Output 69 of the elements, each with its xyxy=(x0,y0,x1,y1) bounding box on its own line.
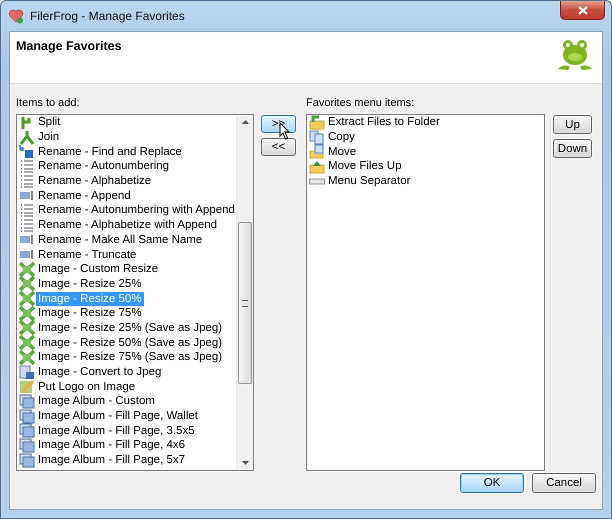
move-tool-icon xyxy=(309,144,325,160)
moveup-tool-icon xyxy=(309,158,325,174)
dialog-heading: Manage Favorites xyxy=(16,39,122,53)
list-item[interactable]: Rename - Autonumbering xyxy=(17,159,236,174)
close-icon xyxy=(578,6,588,14)
list-item[interactable]: Join xyxy=(17,130,236,144)
list-tool-icon xyxy=(19,218,35,233)
list-item[interactable]: Move xyxy=(307,144,544,160)
resize-tool-icon xyxy=(19,291,35,306)
list-item[interactable]: Rename - Alphabetize with Append xyxy=(17,218,236,232)
up-button[interactable]: Up xyxy=(553,115,592,134)
extract-tool-icon xyxy=(309,115,325,130)
album-tool-icon xyxy=(19,452,35,468)
list-item[interactable]: Rename - Autonumbering with Append xyxy=(17,203,236,218)
list-item[interactable]: Image - Resize 75% (Save as Jpeg) xyxy=(17,350,236,365)
album-tool-icon xyxy=(19,438,35,453)
scroll-down-icon[interactable] xyxy=(242,461,248,465)
list-item[interactable]: Move Files Up xyxy=(307,159,544,174)
list-item[interactable]: Image - Convert to Jpeg xyxy=(17,364,236,380)
list-item[interactable]: Image - Resize 25% xyxy=(17,276,236,292)
scroll-up-icon[interactable] xyxy=(242,120,248,124)
join-tool-icon xyxy=(19,130,35,145)
list-item[interactable]: Image Album - Fill Page, Wallet xyxy=(17,408,236,424)
list-item[interactable]: Image - Resize 25% (Save as Jpeg) xyxy=(17,320,236,336)
logo-tool-icon xyxy=(19,379,35,394)
replace-tool-icon xyxy=(19,144,35,160)
list-item[interactable]: Rename - Make All Same Name xyxy=(17,232,236,248)
list-tool-icon xyxy=(19,202,35,218)
resize-tool-icon xyxy=(19,262,35,277)
album-tool-icon xyxy=(19,423,35,438)
down-button[interactable]: Down xyxy=(553,139,592,158)
scroll-thumb[interactable] xyxy=(238,222,252,384)
resize-tool-icon xyxy=(19,350,35,365)
list-item[interactable]: Rename - Find and Replace xyxy=(17,144,236,160)
heart-icon xyxy=(8,8,24,24)
frog-logo-icon xyxy=(556,39,594,71)
convert-tool-icon xyxy=(19,364,35,380)
list-item[interactable]: Menu Separator xyxy=(307,174,544,188)
list-label: Items to add: xyxy=(16,97,81,109)
close-button[interactable] xyxy=(560,1,605,20)
list-item[interactable]: Rename - Truncate xyxy=(17,247,236,262)
list-item[interactable]: Extract Files to Folder xyxy=(307,115,544,130)
scrollbar[interactable] xyxy=(236,115,253,470)
list-item[interactable]: Image Album - Fill Page, 3.5x5 xyxy=(17,423,236,438)
remove-button[interactable]: << xyxy=(261,138,296,156)
cancel-button[interactable]: Cancel xyxy=(532,473,596,493)
list-item[interactable]: Rename - Alphabetize xyxy=(17,174,236,188)
list-item[interactable]: Put Logo on Image xyxy=(17,379,236,394)
list-tool-icon xyxy=(19,158,35,174)
list-item[interactable]: Image - Resize 50% (Save as Jpeg) xyxy=(17,335,236,350)
list-label: Favorites menu items: xyxy=(306,97,416,109)
list-item[interactable]: Split xyxy=(17,115,236,130)
list-item[interactable]: Copy xyxy=(307,130,544,144)
album-tool-icon xyxy=(19,408,35,424)
list-item[interactable]: Rename - Append xyxy=(17,188,236,204)
list-item[interactable]: Image - Custom Resize xyxy=(17,262,236,277)
window-title: FilerFrog - Manage Favorites xyxy=(30,9,185,23)
resize-tool-icon xyxy=(19,306,35,321)
list-item[interactable]: Image - Resize 75% xyxy=(17,306,236,321)
list-item[interactable]: Image Album - Custom xyxy=(17,394,236,409)
resize-tool-icon xyxy=(19,320,35,336)
album-tool-icon xyxy=(19,394,35,409)
list-tool-icon xyxy=(19,174,35,189)
list-item[interactable]: Image Album - Fill Page, 5x7 xyxy=(17,452,236,468)
copy-tool-icon xyxy=(309,130,325,145)
resize-tool-icon xyxy=(19,276,35,292)
list-item[interactable]: Image Album - Fill Page, 4x6 xyxy=(17,438,236,453)
ok-button[interactable]: OK xyxy=(460,473,524,493)
resize-tool-icon xyxy=(19,335,35,350)
